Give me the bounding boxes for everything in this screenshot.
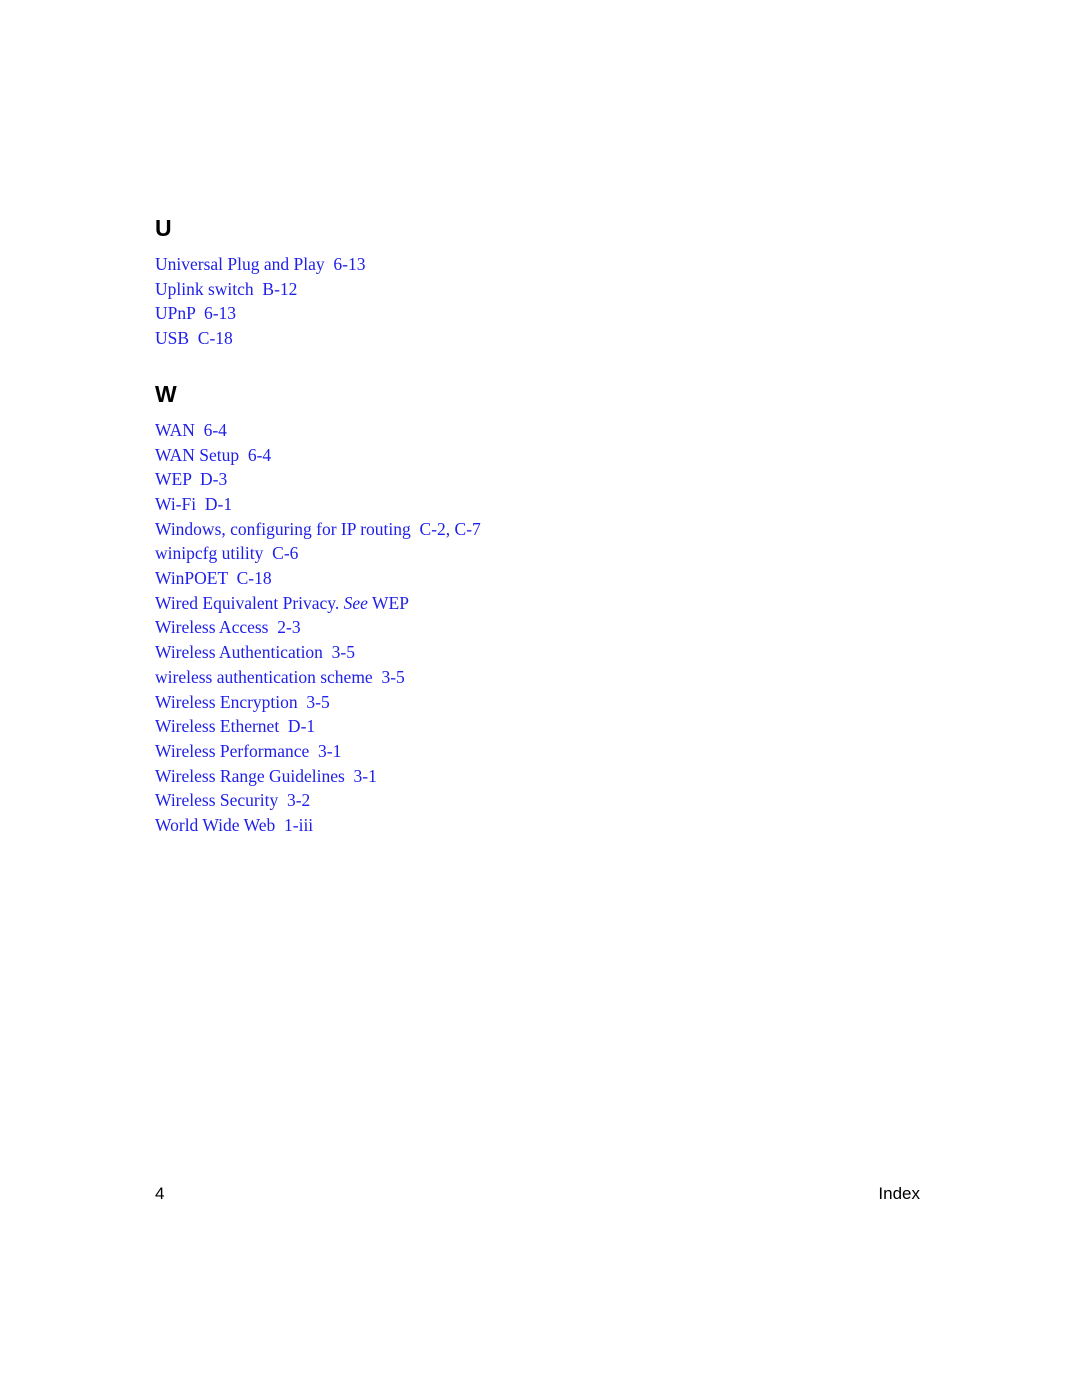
- index-entry[interactable]: WAN Setup 6-4: [155, 443, 955, 468]
- index-page: U Universal Plug and Play 6-13 Uplink swit…: [0, 0, 1080, 1397]
- index-entry[interactable]: Wireless Range Guidelines 3-1: [155, 764, 955, 789]
- index-section-w: W WAN 6-4 WAN Setup 6-4 WEP D-3 Wi-Fi D-1 Win…: [155, 381, 955, 838]
- index-entry-text: Wired Equivalent Privacy.: [155, 592, 344, 613]
- index-entry[interactable]: Windows, configuring for IP routing C-2,…: [155, 517, 955, 542]
- index-entry[interactable]: Uplink switch B-12: [155, 277, 955, 302]
- footer-section-label: Index: [878, 1184, 920, 1203]
- index-section-u: U Universal Plug and Play 6-13 Uplink swit…: [155, 215, 955, 351]
- index-content: U Universal Plug and Play 6-13 Uplink swit…: [155, 215, 955, 838]
- index-entry[interactable]: Universal Plug and Play 6-13: [155, 252, 955, 277]
- index-entry[interactable]: Wireless Access 2-3: [155, 615, 955, 640]
- footer-page-number: 4: [155, 1184, 165, 1203]
- index-entry[interactable]: USB C-18: [155, 326, 955, 351]
- index-entry[interactable]: Wireless Encryption 3-5: [155, 690, 955, 715]
- index-entry-list: Universal Plug and Play 6-13 Uplink switc…: [155, 252, 955, 351]
- index-entry[interactable]: World Wide Web 1-iii: [155, 813, 955, 838]
- index-entry-list: WAN 6-4 WAN Setup 6-4 WEP D-3 Wi-Fi D-1 Wind…: [155, 418, 955, 838]
- index-entry-see-target: WEP: [367, 592, 409, 613]
- index-entry[interactable]: WinPOET C-18: [155, 566, 955, 591]
- index-entry[interactable]: WAN 6-4: [155, 418, 955, 443]
- index-entry[interactable]: wireless authentication scheme 3-5: [155, 665, 955, 690]
- section-letter-heading: U: [155, 215, 172, 241]
- index-entry[interactable]: UPnP 6-13: [155, 301, 955, 326]
- page-footer: 4 Index: [155, 1184, 920, 1204]
- index-entry[interactable]: Wireless Performance 3-1: [155, 739, 955, 764]
- index-entry[interactable]: WEP D-3: [155, 467, 955, 492]
- index-entry[interactable]: Wireless Authentication 3-5: [155, 640, 955, 665]
- index-entry-see-reference: See: [343, 592, 368, 613]
- index-entry[interactable]: Wired Equivalent Privacy. See WEP: [155, 591, 955, 616]
- index-entry[interactable]: Wireless Security 3-2: [155, 788, 955, 813]
- index-entry[interactable]: winipcfg utility C-6: [155, 541, 955, 566]
- index-entry[interactable]: Wireless Ethernet D-1: [155, 714, 955, 739]
- section-letter-heading: W: [155, 380, 177, 407]
- index-entry[interactable]: Wi-Fi D-1: [155, 492, 955, 517]
